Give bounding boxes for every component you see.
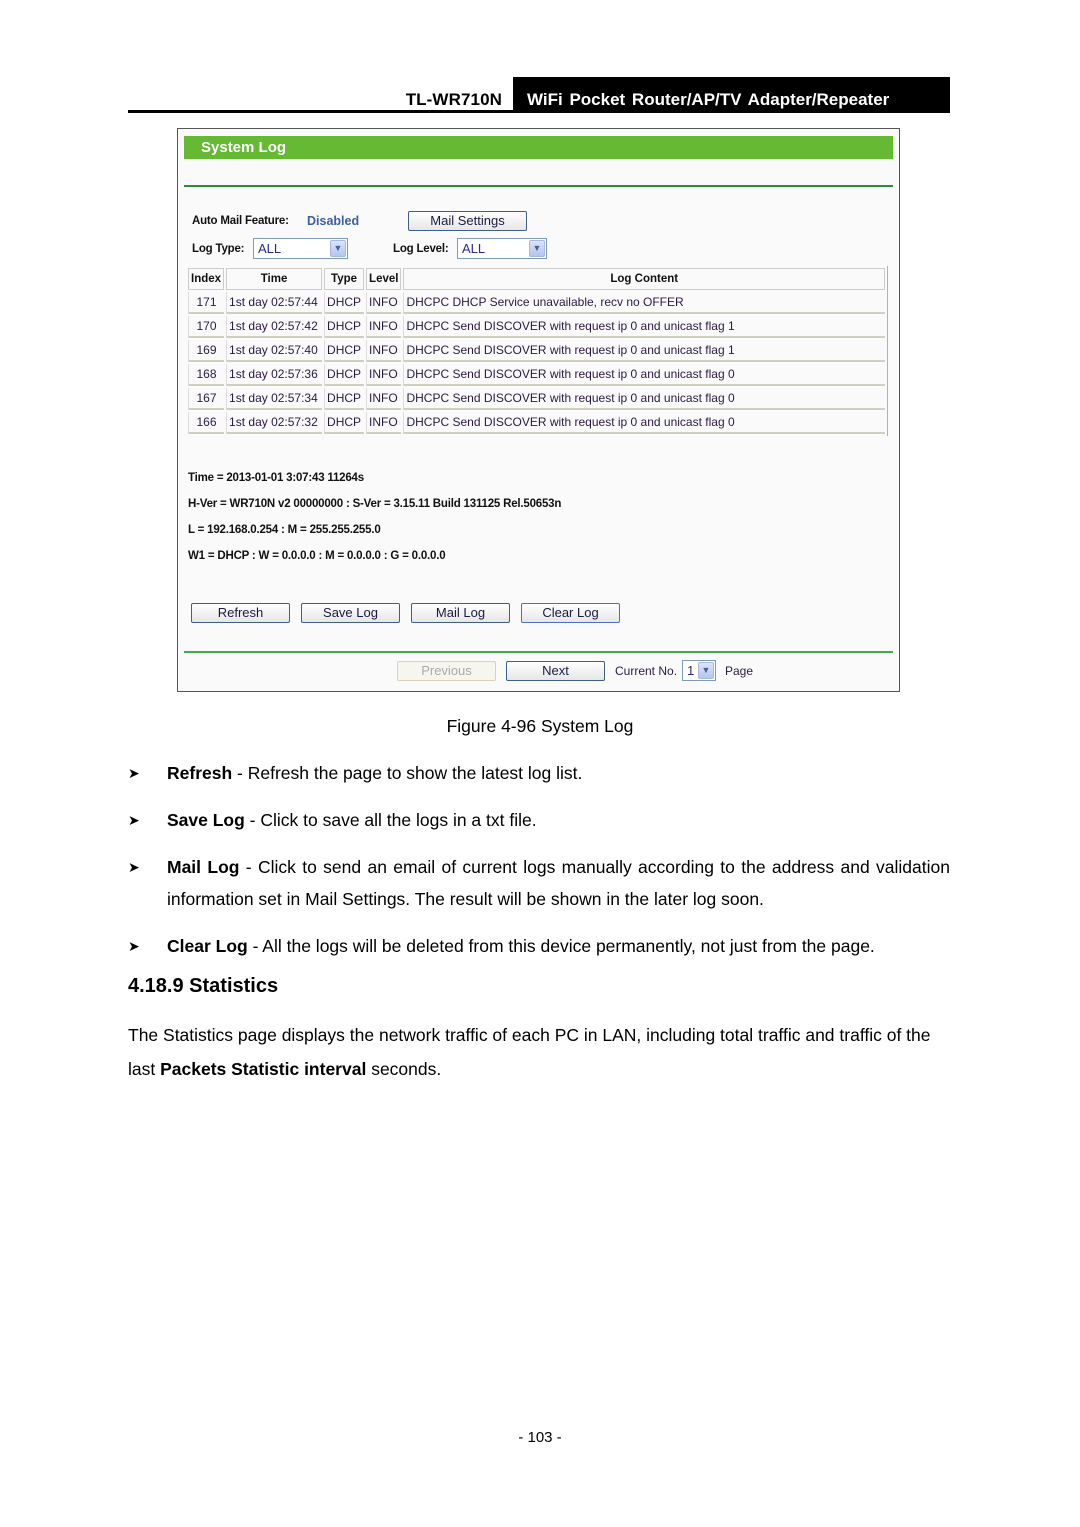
table-row: 167 1st day 02:57:34 DHCP INFO DHCPC Send DI…: [188, 388, 885, 410]
cell-level: INFO: [366, 364, 402, 386]
cell-time: 1st day 02:57:36: [226, 364, 323, 386]
cell-level: INFO: [366, 340, 402, 362]
bullet-clear-log: ➤ Clear Log - All the logs will be delet…: [128, 930, 950, 962]
log-table: Index Time Type Level Log Content 171 1st…: [186, 266, 888, 436]
page-select[interactable]: 1 ▼: [682, 660, 716, 681]
cell-log-content: DHCPC DHCP Service unavailable, recv no …: [403, 292, 885, 314]
sysinfo-version: H-Ver = WR710N v2 00000000 : S-Ver = 3.1…: [188, 498, 562, 510]
cell-time: 1st day 02:57:34: [226, 388, 323, 410]
clear-log-button[interactable]: Clear Log: [521, 603, 620, 623]
cell-level: INFO: [366, 316, 402, 338]
cell-index: 167: [188, 388, 225, 410]
section-paragraph: The Statistics page displays the network…: [128, 1018, 950, 1086]
header-rule: [128, 110, 950, 113]
cell-type: DHCP: [324, 388, 365, 410]
arrowhead-bullet-icon: ➤: [128, 812, 140, 828]
bullet-mail-log: ➤ Mail Log - Click to send an email of c…: [128, 851, 950, 915]
cell-log-content: DHCPC Send DISCOVER with request ip 0 an…: [403, 364, 885, 386]
cell-log-content: DHCPC Send DISCOVER with request ip 0 an…: [403, 340, 885, 362]
bullet-refresh: ➤ Refresh - Refresh the page to show the…: [128, 757, 950, 789]
log-level-label: Log Level:: [393, 243, 449, 255]
mail-settings-button[interactable]: Mail Settings: [408, 211, 527, 231]
page-select-value: 1: [687, 663, 695, 678]
cell-level: INFO: [366, 292, 402, 314]
chevron-down-icon[interactable]: ▼: [330, 240, 346, 257]
page-label: Page: [725, 664, 754, 678]
col-index: Index: [188, 268, 225, 290]
arrowhead-bullet-icon: ➤: [128, 859, 140, 875]
auto-mail-label: Auto Mail Feature:: [192, 215, 289, 227]
cell-level: INFO: [366, 412, 402, 434]
next-button[interactable]: Next: [506, 661, 605, 681]
divider: [184, 185, 893, 187]
col-type: Type: [324, 268, 365, 290]
cell-type: DHCP: [324, 364, 365, 386]
bullet-term: Save Log: [167, 810, 245, 830]
cell-index: 169: [188, 340, 225, 362]
bullet-text: - Refresh the page to show the latest lo…: [232, 763, 583, 783]
divider: [184, 651, 893, 653]
cell-index: 171: [188, 292, 225, 314]
cell-log-content: DHCPC Send DISCOVER with request ip 0 an…: [403, 388, 885, 410]
cell-time: 1st day 02:57:42: [226, 316, 323, 338]
sysinfo-time: Time = 2013-01-01 3:07:43 11264s: [188, 472, 364, 484]
col-log-content: Log Content: [403, 268, 885, 290]
chevron-down-icon[interactable]: ▼: [698, 662, 714, 679]
cell-type: DHCP: [324, 292, 365, 314]
table-row: 170 1st day 02:57:42 DHCP INFO DHCPC Send DI…: [188, 316, 885, 338]
table-row: 169 1st day 02:57:40 DHCP INFO DHCPC Send DI…: [188, 340, 885, 362]
mail-log-button[interactable]: Mail Log: [411, 603, 510, 623]
log-level-select[interactable]: ALL ▼: [457, 238, 547, 259]
log-type-label: Log Type:: [192, 243, 245, 255]
log-type-select[interactable]: ALL ▼: [253, 238, 348, 259]
log-type-value: ALL: [258, 241, 282, 256]
cell-time: 1st day 02:57:32: [226, 412, 323, 434]
bullet-save-log: ➤ Save Log - Click to save all the logs …: [128, 804, 950, 836]
bullet-term: Mail Log: [167, 857, 240, 877]
table-row: 171 1st day 02:57:44 DHCP INFO DHCPC DHCP Se…: [188, 292, 885, 314]
cell-type: DHCP: [324, 412, 365, 434]
bullet-text: - Click to send an email of current logs…: [167, 857, 950, 909]
bullet-text: - All the logs will be deleted from this…: [247, 936, 875, 956]
save-log-button[interactable]: Save Log: [301, 603, 400, 623]
system-log-screenshot: System Log Auto Mail Feature: Disabled M…: [177, 128, 900, 692]
cell-log-content: DHCPC Send DISCOVER with request ip 0 an…: [403, 316, 885, 338]
document-header: TL-WR710N WiFi Pocket Router/AP/TV Adapt…: [128, 77, 950, 113]
cell-log-content: DHCPC Send DISCOVER with request ip 0 an…: [403, 412, 885, 434]
cell-type: DHCP: [324, 340, 365, 362]
table-header-row: Index Time Type Level Log Content: [188, 268, 885, 290]
page-title: System Log: [184, 136, 893, 159]
para-bold: Packets Statistic interval: [160, 1059, 367, 1079]
sysinfo-lan: L = 192.168.0.254 : M = 255.255.255.0: [188, 524, 381, 536]
cell-level: INFO: [366, 388, 402, 410]
cell-time: 1st day 02:57:40: [226, 340, 323, 362]
auto-mail-status: Disabled: [307, 214, 360, 228]
cell-type: DHCP: [324, 316, 365, 338]
bullet-term: Clear Log: [167, 936, 248, 956]
cell-index: 170: [188, 316, 225, 338]
current-no-label: Current No.: [615, 664, 678, 678]
table-row: 168 1st day 02:57:36 DHCP INFO DHCPC Send DI…: [188, 364, 885, 386]
refresh-button[interactable]: Refresh: [191, 603, 290, 623]
previous-button[interactable]: Previous: [397, 661, 496, 681]
cell-index: 166: [188, 412, 225, 434]
col-level: Level: [366, 268, 402, 290]
sysinfo-wan: W1 = DHCP : W = 0.0.0.0 : M = 0.0.0.0 : …: [188, 550, 446, 562]
col-time: Time: [226, 268, 323, 290]
arrowhead-bullet-icon: ➤: [128, 938, 140, 954]
bullet-term: Refresh: [167, 763, 233, 783]
cell-index: 168: [188, 364, 225, 386]
page-number: - 103 -: [518, 1429, 562, 1446]
chevron-down-icon[interactable]: ▼: [529, 240, 545, 257]
arrowhead-bullet-icon: ➤: [128, 765, 140, 781]
figure-caption: Figure 4-96 System Log: [446, 716, 634, 736]
model-name: TL-WR710N: [405, 90, 502, 109]
bullet-text: - Click to save all the logs in a txt fi…: [244, 810, 537, 830]
cell-time: 1st day 02:57:44: [226, 292, 323, 314]
table-row: 166 1st day 02:57:32 DHCP INFO DHCPC Send DI…: [188, 412, 885, 434]
product-name: WiFi Pocket Router/AP/TV Adapter/Repeate…: [513, 77, 950, 112]
section-heading: 4.18.9 Statistics: [128, 975, 279, 997]
para-text-end: seconds.: [366, 1059, 442, 1079]
log-level-value: ALL: [462, 241, 486, 256]
